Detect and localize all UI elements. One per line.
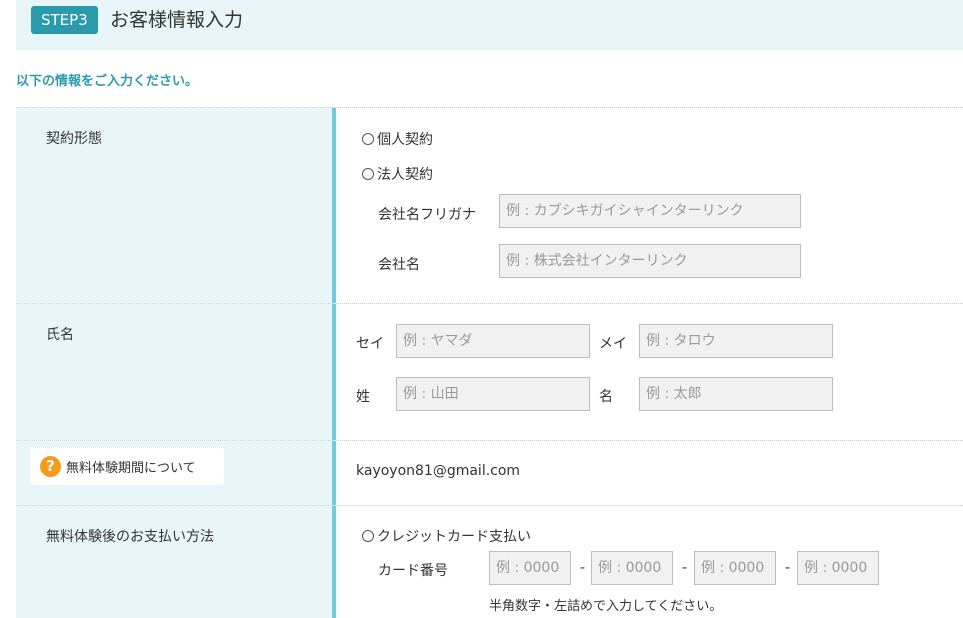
- form-lead-text: 以下の情報をご入力ください。: [16, 74, 199, 89]
- radio-individual-contract[interactable]: 個人契約: [362, 129, 433, 149]
- step-header: STEP3 お客様情報入力: [16, 0, 963, 50]
- company-kana-label: 会社名フリガナ: [378, 207, 476, 223]
- step-title: お客様情報入力: [110, 9, 244, 31]
- card-number-input-1[interactable]: [489, 551, 571, 585]
- name-label: 氏名: [16, 304, 336, 440]
- card-number-label: カード番号: [378, 563, 448, 579]
- contract-type-fields: 個人契約 法人契約 会社名フリガナ 会社名: [336, 108, 963, 303]
- sei-label: 姓: [356, 389, 370, 405]
- sei-input[interactable]: [396, 377, 590, 411]
- card-separator: -: [580, 560, 586, 576]
- mei-kana-input[interactable]: [639, 324, 833, 358]
- mei-input[interactable]: [639, 377, 833, 411]
- free-trial-info-text: 無料体験期間について: [66, 461, 196, 476]
- payment-label: 無料体験後のお支払い方法: [16, 506, 336, 618]
- radio-credit-card[interactable]: クレジットカード支払い: [362, 526, 531, 546]
- question-icon: ?: [40, 456, 61, 477]
- name-row: 氏名 セイ メイ 姓 名: [16, 304, 963, 441]
- card-number-input-4[interactable]: [797, 551, 879, 585]
- card-number-note: 半角数字・左詰めで入力してください。: [489, 599, 723, 614]
- card-number-input-2[interactable]: [591, 551, 673, 585]
- radio-circle-icon[interactable]: [362, 530, 374, 542]
- card-separator: -: [785, 560, 791, 576]
- radio-corporate-contract[interactable]: 法人契約: [362, 164, 433, 184]
- payment-row: 無料体験後のお支払い方法 クレジットカード支払い カード番号 - - - 半角数…: [16, 506, 963, 618]
- radio-circle-icon[interactable]: [362, 168, 374, 180]
- contract-type-row: 契約形態 個人契約 法人契約 会社名フリガナ 会社名: [16, 108, 963, 304]
- company-name-label: 会社名: [378, 257, 420, 273]
- mei-label: 名: [599, 389, 613, 405]
- company-kana-input[interactable]: [499, 194, 801, 228]
- customer-form: 契約形態 個人契約 法人契約 会社名フリガナ 会社名 氏名 セイ メイ 姓 名: [16, 107, 963, 618]
- card-number-input-3[interactable]: [694, 551, 776, 585]
- email-field: kayoyon81@gmail.com: [336, 441, 963, 505]
- sei-kana-input[interactable]: [396, 324, 590, 358]
- free-trial-info-link[interactable]: ? 無料体験期間について: [30, 447, 224, 485]
- email-value: kayoyon81@gmail.com: [356, 463, 521, 479]
- payment-fields: クレジットカード支払い カード番号 - - - 半角数字・左詰めで入力してくださ…: [336, 506, 963, 618]
- name-fields: セイ メイ 姓 名: [336, 304, 963, 440]
- card-separator: -: [682, 560, 688, 576]
- contract-type-label: 契約形態: [16, 108, 336, 303]
- company-name-input[interactable]: [499, 244, 801, 278]
- sei-kana-label: セイ: [356, 336, 384, 352]
- radio-circle-icon[interactable]: [362, 133, 374, 145]
- mei-kana-label: メイ: [599, 336, 627, 352]
- step-badge: STEP3: [31, 6, 98, 34]
